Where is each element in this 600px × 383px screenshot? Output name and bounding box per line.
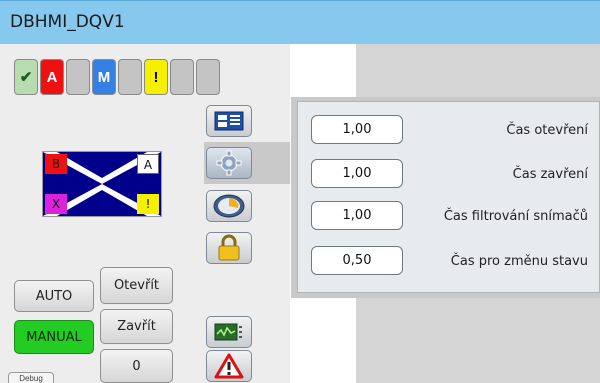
- opening-time-field[interactable]: 1,00: [311, 115, 403, 144]
- sensor-filter-time-field[interactable]: 1,00: [311, 201, 403, 230]
- status-empty-indicator: [170, 59, 194, 95]
- state-change-time-label: Čas pro změnu stavu: [450, 254, 588, 269]
- zero-button[interactable]: 0: [100, 349, 173, 383]
- valve-a-indicator: A: [137, 154, 159, 174]
- window-title: DBHMI_DQV1: [10, 12, 125, 32]
- status-empty-indicator: [118, 59, 142, 95]
- sensor-filter-time-label: Čas filtrování snímačů: [443, 209, 588, 224]
- tab-trend[interactable]: [206, 190, 252, 222]
- alarm-warning-icon: [214, 353, 244, 379]
- debug-button[interactable]: Debug: [8, 372, 54, 383]
- settings-panel-body: 1,00 Čas otevření 1,00 Čas zavření 1,00 …: [297, 101, 600, 293]
- tab-settings[interactable]: [206, 147, 252, 179]
- tab-diagnostics[interactable]: [206, 316, 252, 348]
- status-auto-indicator: A: [40, 59, 64, 95]
- tab-alarms[interactable]: [206, 350, 252, 382]
- close-button[interactable]: Zavřít: [100, 309, 173, 344]
- chart-monitor-icon: [214, 323, 242, 341]
- status-warning-indicator: !: [144, 59, 168, 95]
- valve-x-indicator: X: [45, 194, 67, 214]
- status-strip: ✔ A M !: [14, 59, 220, 95]
- closing-time-field[interactable]: 1,00: [311, 159, 403, 188]
- opening-time-label: Čas otevření: [506, 123, 588, 138]
- status-ok-indicator: ✔: [14, 59, 38, 95]
- lock-icon: [218, 234, 240, 261]
- status-empty-indicator: [66, 59, 90, 95]
- closing-time-label: Čas zavření: [512, 167, 588, 182]
- valve-warning-indicator: !: [137, 194, 159, 214]
- valve-symbol[interactable]: B A X !: [42, 151, 162, 217]
- tab-lock[interactable]: [206, 232, 252, 264]
- settings-gear-icon: [216, 150, 242, 176]
- manual-button[interactable]: MANUAL: [14, 320, 94, 354]
- tab-overview[interactable]: [206, 105, 252, 137]
- settings-panel: 1,00 Čas otevření 1,00 Čas zavření 1,00 …: [291, 97, 600, 298]
- auto-button[interactable]: AUTO: [14, 280, 94, 312]
- state-change-time-field[interactable]: 0,50: [311, 246, 403, 275]
- valve-b-indicator: B: [45, 154, 67, 174]
- window-titlebar: DBHMI_DQV1: [0, 0, 600, 44]
- trend-dial-icon: [213, 194, 245, 218]
- status-empty-indicator: [196, 59, 220, 95]
- open-button[interactable]: Otevřít: [100, 267, 173, 304]
- list-icon: [214, 111, 244, 131]
- status-manual-indicator: M: [92, 59, 116, 95]
